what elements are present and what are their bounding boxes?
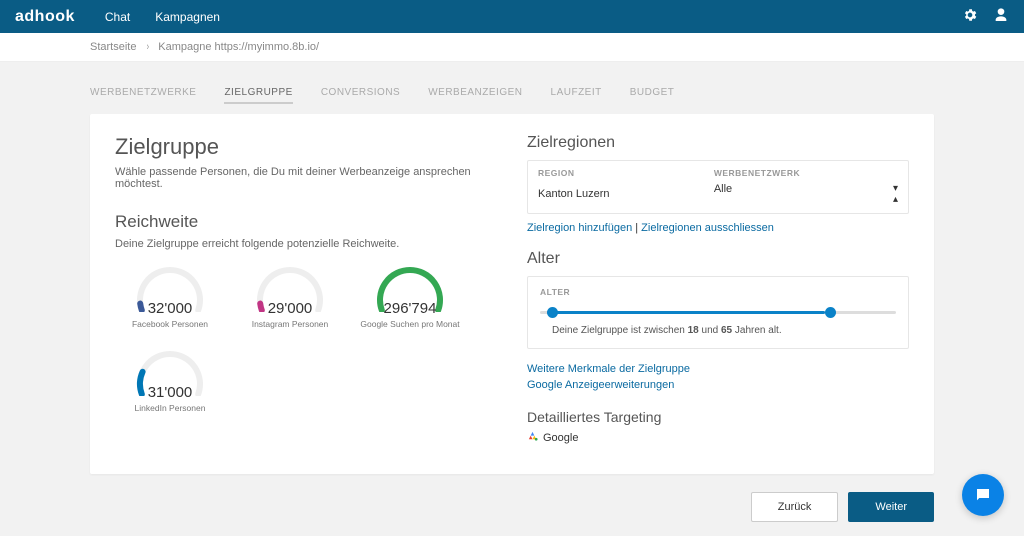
gauge: 32'000Facebook Personen	[115, 260, 225, 329]
tab-zielgruppe[interactable]: ZIELGRUPPE	[224, 87, 292, 104]
alter-message: Deine Zielgruppe ist zwischen 18 und 65 …	[552, 325, 896, 336]
alter-label: ALTER	[540, 287, 896, 297]
gauges-container: 32'000Facebook Personen 29'000Instagram …	[115, 260, 497, 413]
user-icon[interactable]	[993, 7, 1009, 26]
footer-buttons: Zurück Weiter	[0, 474, 1024, 522]
reach-subtitle: Deine Zielgruppe erreicht folgende poten…	[115, 238, 497, 250]
tab-werbeanzeigen[interactable]: WERBEANZEIGEN	[428, 87, 522, 104]
chat-icon	[974, 486, 992, 504]
chevron-down-icon: ▾▴	[893, 183, 898, 205]
settings-icon[interactable]	[962, 7, 978, 26]
exclude-regions-link[interactable]: Zielregionen ausschliessen	[641, 222, 774, 234]
nav-chat[interactable]: Chat	[105, 10, 130, 24]
nav-kampagnen[interactable]: Kampagnen	[155, 10, 220, 24]
region-cell: Kanton Luzern	[528, 181, 704, 213]
top-nav: Chat Kampagnen	[105, 10, 220, 24]
targeting-google-row[interactable]: Google	[527, 431, 909, 445]
regions-header-region: REGION	[528, 161, 704, 181]
tab-laufzeit[interactable]: LAUFZEIT	[551, 87, 602, 104]
table-row: Kanton Luzern Alle▾▴	[528, 181, 908, 213]
gauge: 31'000LinkedIn Personen	[115, 344, 225, 413]
tab-werbenetzwerke[interactable]: WERBENETZWERKE	[90, 87, 196, 104]
logo: adhook	[15, 8, 75, 26]
tabs: WERBENETZWERKE ZIELGRUPPE CONVERSIONS WE…	[90, 77, 934, 114]
chat-fab[interactable]	[962, 474, 1004, 516]
page-subtitle: Wähle passende Personen, die Du mit dein…	[115, 166, 497, 190]
targeting-google-label: Google	[543, 432, 578, 444]
next-button[interactable]: Weiter	[848, 492, 934, 522]
main-card: Zielgruppe Wähle passende Personen, die …	[90, 114, 934, 474]
breadcrumb-current: Kampagne https://myimmo.8b.io/	[158, 41, 319, 53]
reach-title: Reichweite	[115, 212, 497, 232]
google-icon	[527, 431, 538, 445]
regions-header-net: WERBENETZWERK	[704, 161, 908, 181]
alter-title: Alter	[527, 250, 909, 268]
regions-title: Zielregionen	[527, 134, 909, 152]
tab-budget[interactable]: BUDGET	[630, 87, 675, 104]
tab-conversions[interactable]: CONVERSIONS	[321, 87, 400, 104]
network-select[interactable]: Alle▾▴	[704, 181, 908, 213]
top-bar: adhook Chat Kampagnen	[0, 0, 1024, 33]
breadcrumb-home[interactable]: Startseite	[90, 41, 136, 53]
add-region-link[interactable]: Zielregion hinzufügen	[527, 222, 632, 234]
left-column: Zielgruppe Wähle passende Personen, die …	[115, 134, 497, 454]
slider-thumb-min[interactable]	[547, 307, 558, 318]
slider-thumb-max[interactable]	[825, 307, 836, 318]
region-links: Zielregion hinzufügen | Zielregionen aus…	[527, 222, 909, 234]
page-title: Zielgruppe	[115, 134, 497, 160]
extra-links: Weitere Merkmale der Zielgruppe Google A…	[527, 363, 909, 391]
more-features-link[interactable]: Weitere Merkmale der Zielgruppe	[527, 363, 909, 375]
chevron-right-icon: ›	[146, 41, 148, 53]
google-extensions-link[interactable]: Google Anzeigeerweiterungen	[527, 379, 909, 391]
breadcrumb: Startseite › Kampagne https://myimmo.8b.…	[0, 33, 1024, 62]
regions-table: REGION WERBENETZWERK Kanton Luzern Alle▾…	[527, 160, 909, 214]
age-slider[interactable]	[540, 307, 896, 317]
back-button[interactable]: Zurück	[751, 492, 839, 522]
detailed-targeting-title: Detailliertes Targeting	[527, 409, 909, 425]
right-column: Zielregionen REGION WERBENETZWERK Kanton…	[527, 134, 909, 454]
gauge: 296'794Google Suchen pro Monat	[355, 260, 465, 329]
alter-box: ALTER Deine Zielgruppe ist zwischen 18 u…	[527, 276, 909, 349]
gauge: 29'000Instagram Personen	[235, 260, 345, 329]
